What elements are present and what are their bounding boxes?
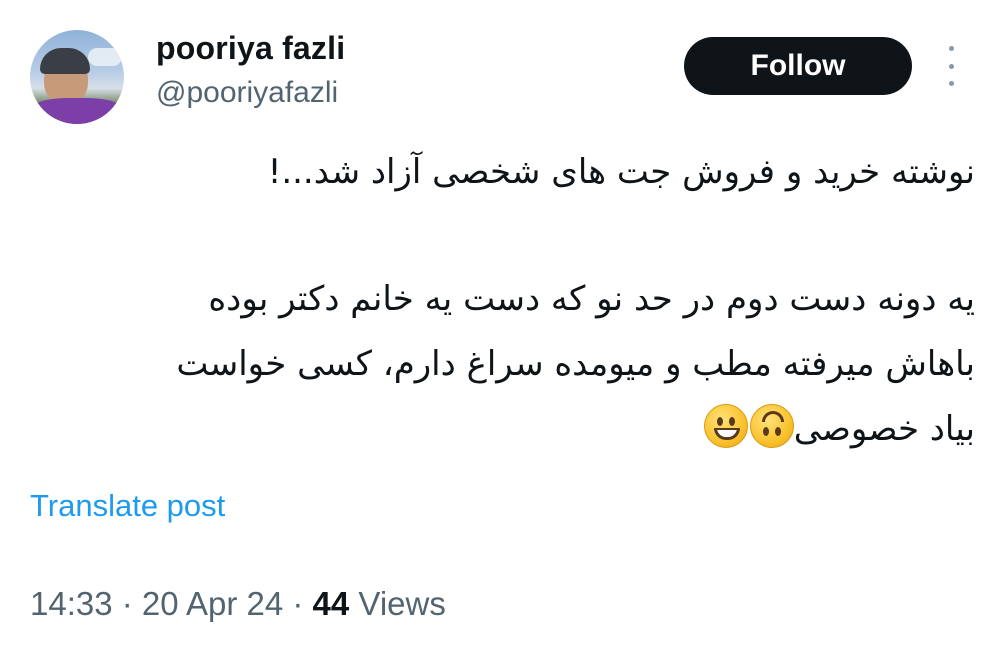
tweet-text: نوشته خرید و فروش جت های شخصی آزاد شد...…	[40, 140, 975, 462]
tweet-line-4: بیاد خصوصی	[40, 397, 975, 462]
tweet-line-1: نوشته خرید و فروش جت های شخصی آزاد شد...…	[267, 152, 975, 192]
avatar[interactable]	[30, 30, 124, 124]
follow-button[interactable]: Follow	[684, 37, 912, 95]
more-dot	[948, 46, 954, 51]
tweet-time[interactable]: 14:33	[30, 585, 113, 622]
tweet-line-4-text: بیاد خصوصی	[793, 409, 975, 449]
meta-separator: ·	[283, 585, 313, 622]
tweet-meta: 14:33 · 20 Apr 24 · 44 Views	[30, 585, 446, 623]
tweet-line-3: باهاش میرفته مطب و میومده سراغ دارم، کسی…	[176, 344, 975, 384]
more-vertical-icon[interactable]	[944, 46, 958, 86]
views-count[interactable]: 44	[313, 585, 350, 622]
translate-post-link[interactable]: Translate post	[30, 488, 225, 524]
avatar-shirt	[30, 98, 124, 124]
views-label: Views	[349, 585, 446, 622]
author-handle[interactable]: @pooriyafazli	[156, 76, 338, 110]
upside-down-face-icon	[749, 404, 794, 448]
meta-separator: ·	[112, 585, 142, 622]
grinning-face-icon	[703, 404, 748, 448]
more-dot	[948, 63, 954, 69]
avatar-cloud	[88, 48, 122, 66]
more-dot	[948, 81, 954, 86]
avatar-cap	[40, 48, 90, 74]
author-name[interactable]: pooriya fazli	[156, 30, 345, 67]
tweet-date[interactable]: 20 Apr 24	[142, 585, 283, 622]
tweet-line-2: یه دونه دست دوم در حد نو که دست یه خانم …	[208, 279, 975, 319]
